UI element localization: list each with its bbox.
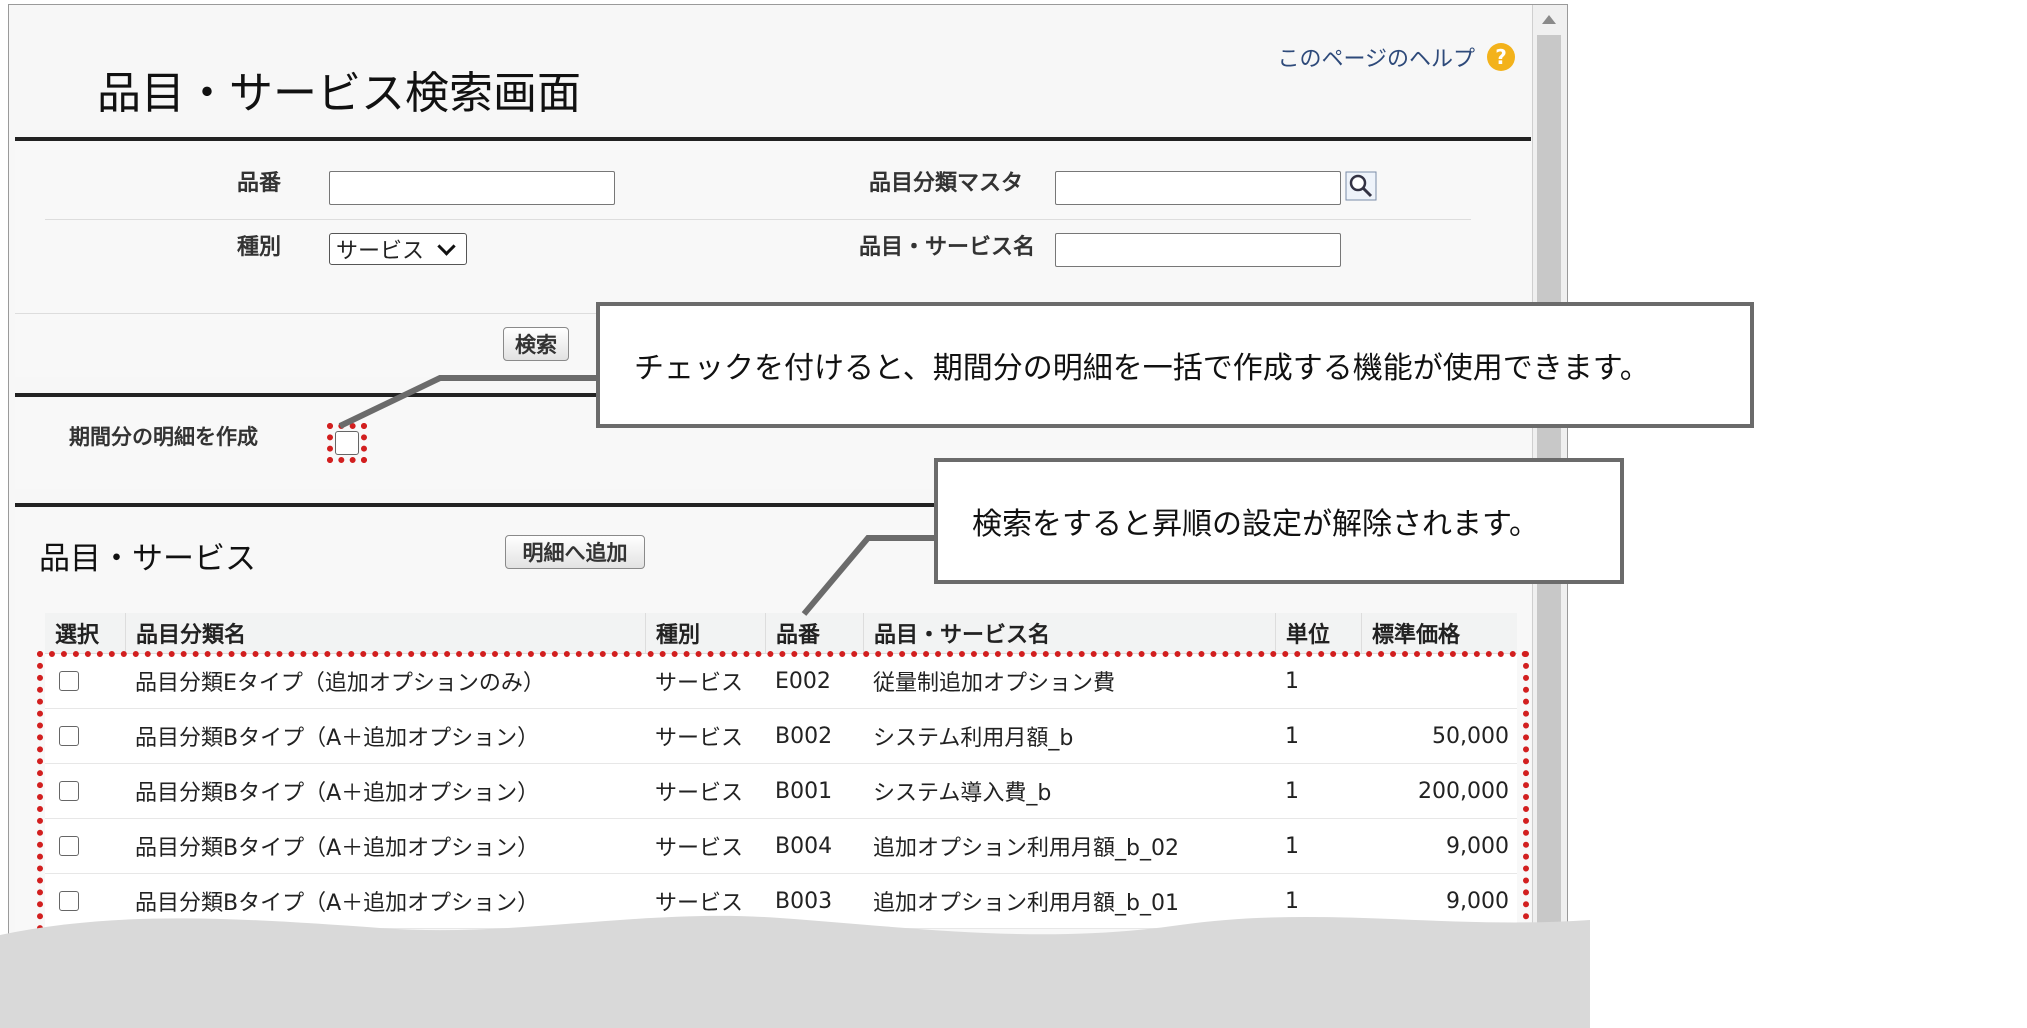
torn-paper-shape (0, 915, 1590, 1028)
torn-edge-overlay (0, 915, 1590, 1028)
